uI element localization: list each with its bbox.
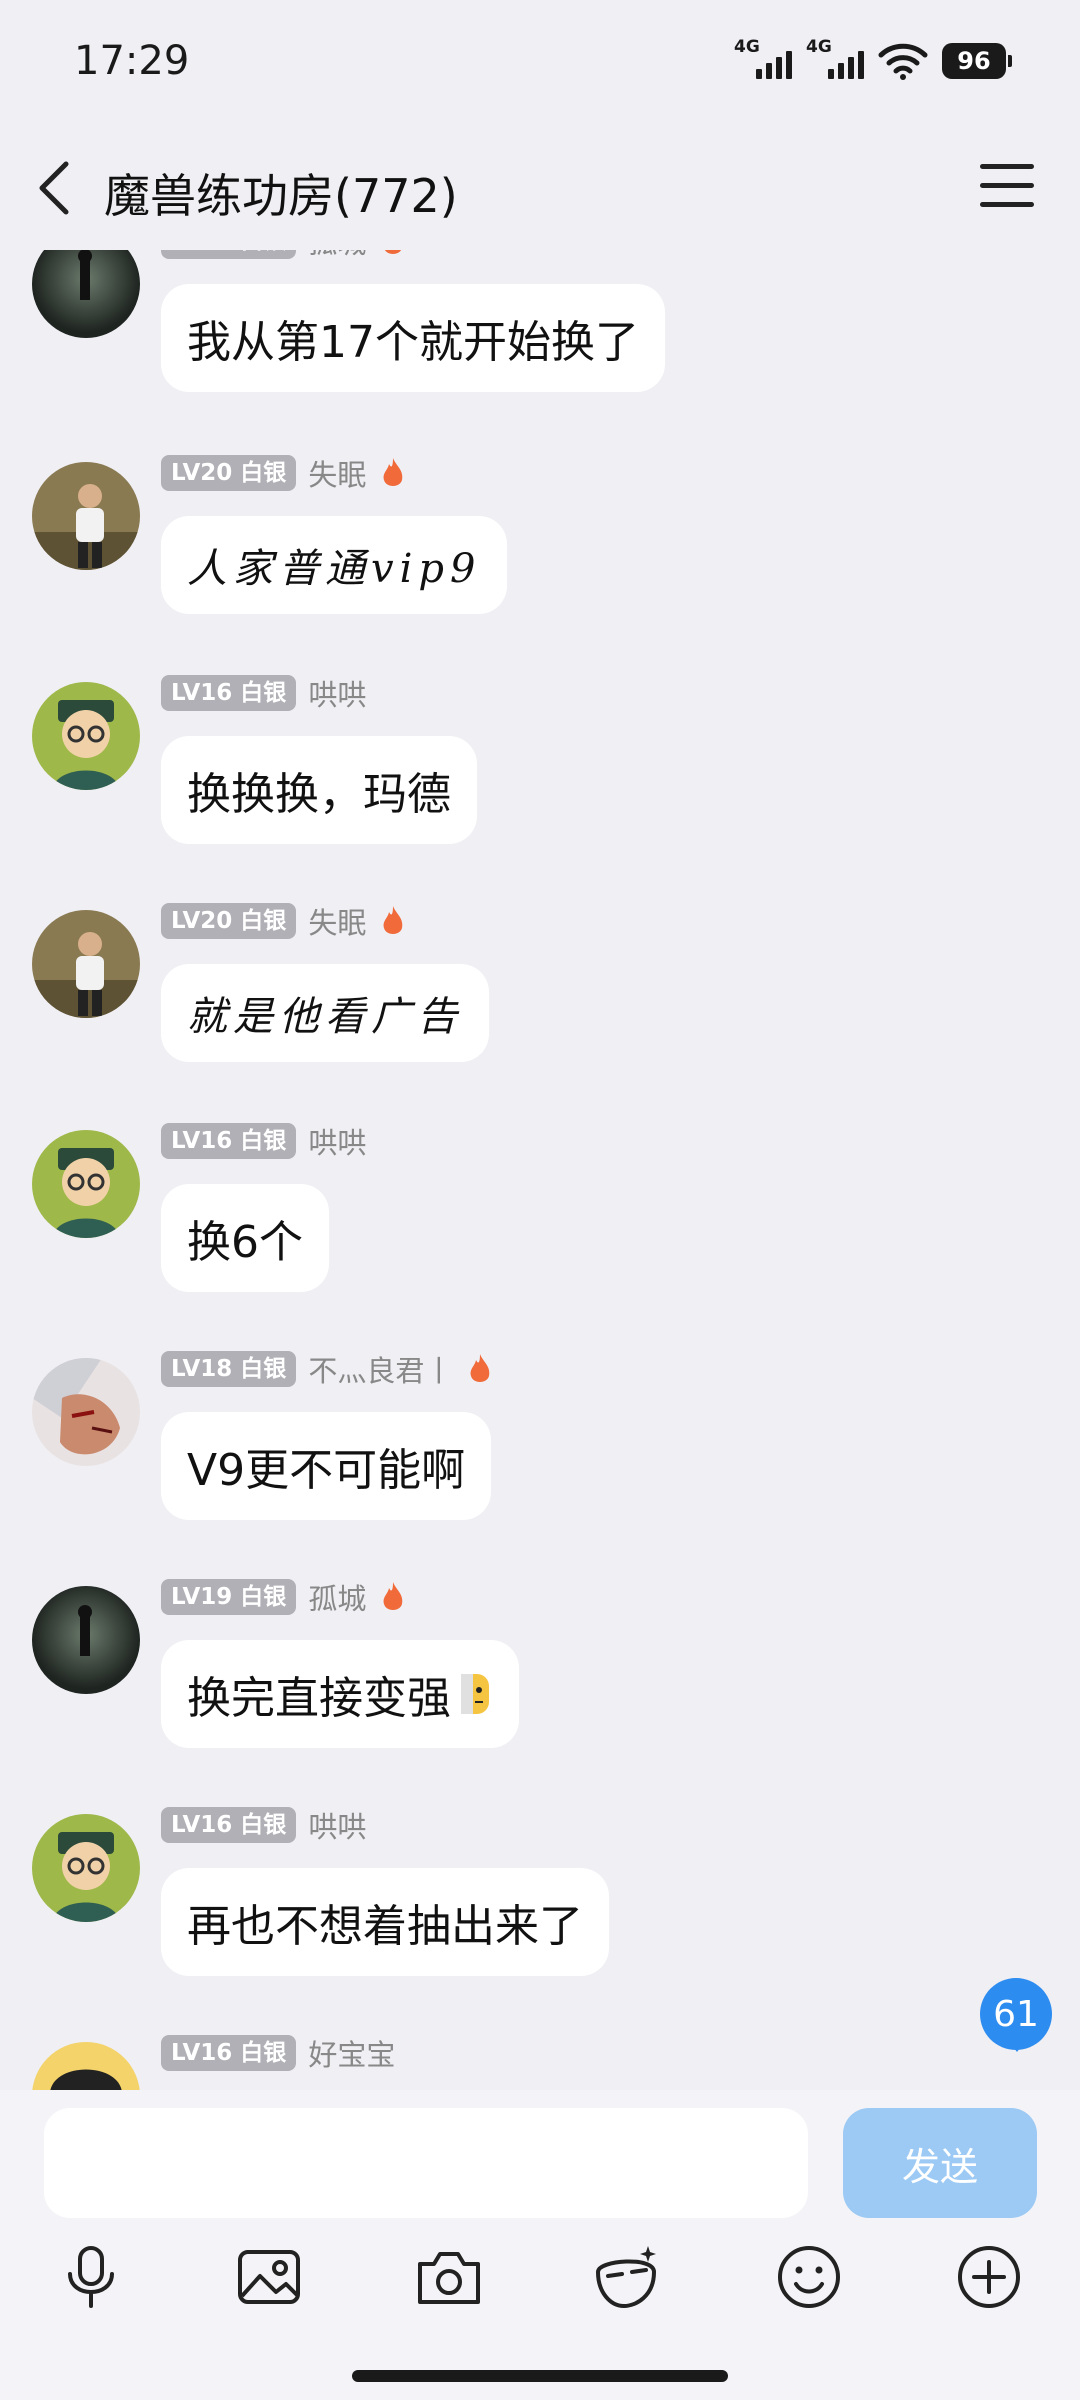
message-input[interactable] [44, 2108, 808, 2218]
message-bubble[interactable]: 我从第17个就开始换了 [161, 284, 665, 392]
level-badge: LV18 白银 [161, 1351, 297, 1387]
input-toolbar [0, 2240, 1080, 2330]
face-mask-icon[interactable] [590, 2240, 664, 2314]
back-button[interactable] [30, 158, 84, 218]
level-badge: LV16 白银 [161, 1807, 297, 1843]
wifi-icon [878, 43, 928, 80]
home-indicator[interactable] [352, 2370, 728, 2382]
flame-icon [383, 1582, 403, 1610]
level-badge: LV20 白银 [161, 455, 297, 491]
message-bubble[interactable]: V9更不可能啊 [161, 1412, 492, 1520]
sender-name[interactable]: 失眠 [308, 900, 366, 942]
level-badge: LV16 白银 [161, 675, 297, 711]
avatar[interactable] [32, 682, 140, 790]
message-bubble[interactable]: 换6个 [161, 1184, 329, 1292]
peeking-face-emoji [461, 1674, 489, 1714]
image-icon[interactable] [232, 2240, 306, 2314]
message-bubble[interactable]: 换完直接变强 [161, 1640, 519, 1748]
status-bar: 17:29 4G 4G 96 [0, 0, 1080, 120]
message-bubble[interactable]: 再也不想着抽出来了 [161, 1868, 609, 1976]
message-bubble[interactable]: 人家普通vip9 [161, 516, 508, 614]
clock-time: 17:29 [74, 38, 190, 84]
level-badge: LV19 白银 [161, 250, 297, 259]
sender-name[interactable]: 哄哄 [308, 672, 366, 714]
plus-icon[interactable] [952, 2240, 1026, 2314]
level-badge: LV19 白银 [161, 1579, 297, 1615]
input-bar: 发送 [0, 2090, 1080, 2400]
sender-name[interactable]: 不灬良君丨 [308, 1348, 453, 1390]
status-icons: 4G 4G 96 [734, 36, 1012, 86]
send-button[interactable]: 发送 [843, 2108, 1037, 2218]
message-bubble[interactable]: 就是他看广告 [161, 964, 489, 1062]
sender-name[interactable]: 哄哄 [308, 1120, 366, 1162]
avatar[interactable] [32, 910, 140, 1018]
avatar[interactable] [32, 462, 140, 570]
microphone-icon[interactable] [54, 2240, 128, 2314]
chat-header: 魔兽练功房(772) [0, 120, 1080, 250]
flame-icon [470, 1354, 490, 1382]
level-badge: LV20 白银 [161, 903, 297, 939]
unread-count-badge[interactable]: 61 [980, 1978, 1054, 2054]
sender-name[interactable]: 孤城 [308, 1576, 366, 1618]
signal-icon: 4G [734, 37, 792, 83]
sender-name[interactable]: 孤城 [308, 250, 366, 262]
avatar[interactable] [32, 250, 140, 338]
battery-icon: 96 [942, 43, 1012, 79]
sender-name[interactable]: 好宝宝 [308, 2032, 395, 2074]
message-text: 换完直接变强 [187, 1673, 451, 1724]
emoji-icon[interactable] [772, 2240, 846, 2314]
avatar[interactable] [32, 2042, 140, 2090]
hamburger-menu-icon[interactable] [980, 164, 1034, 210]
flame-icon [383, 906, 403, 934]
level-badge: LV16 白银 [161, 1123, 297, 1159]
sender-name[interactable]: 哄哄 [308, 1804, 366, 1846]
level-badge: LV16 白银 [161, 2035, 297, 2071]
message-list[interactable]: LV19 白银 孤城 我从第17个就开始换了 LV20 白银 失眠 人家普通vi… [0, 250, 1080, 2090]
signal-icon: 4G [806, 37, 864, 83]
avatar[interactable] [32, 1814, 140, 1922]
flame-icon [383, 458, 403, 486]
avatar[interactable] [32, 1358, 140, 1466]
sender-name[interactable]: 失眠 [308, 452, 366, 494]
group-title: 魔兽练功房(772) [104, 169, 458, 223]
camera-icon[interactable] [412, 2240, 486, 2314]
message-bubble[interactable]: 换换换，玛德 [161, 736, 477, 844]
avatar[interactable] [32, 1586, 140, 1694]
avatar[interactable] [32, 1130, 140, 1238]
flame-icon [385, 250, 402, 254]
